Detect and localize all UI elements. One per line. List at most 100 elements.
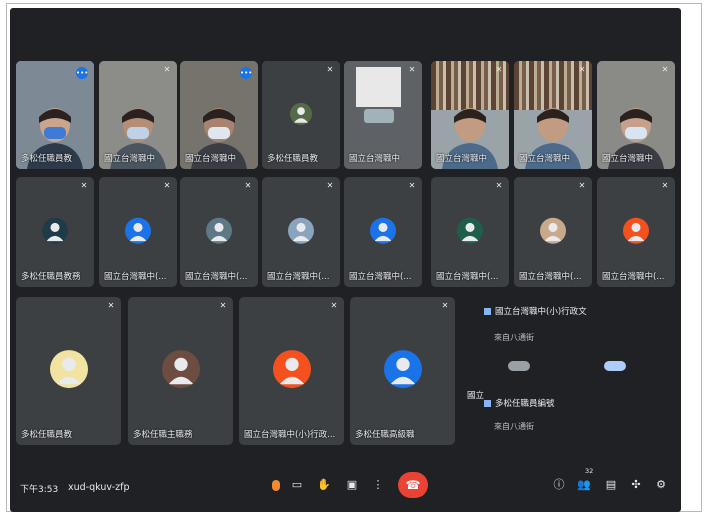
participant-tile[interactable]: ✕ 國立台灣職中(... [597, 177, 675, 287]
participant-tile[interactable]: ✕ 國立台灣職中(小)行政... [239, 297, 344, 445]
participant-name: 多松任職主職務 [133, 430, 193, 440]
chat-icon: ▤ [605, 478, 617, 491]
camera-icon: ▭ [291, 478, 303, 491]
more-options-button[interactable]: ⋮ [367, 474, 389, 496]
person-avatar-icon [168, 357, 193, 385]
participant-tile[interactable]: ✕ 國立台灣職中(... [262, 177, 340, 287]
speaking-indicator-icon: ••• [76, 67, 89, 79]
mic-off-icon: ✕ [408, 181, 416, 190]
participant-tile[interactable]: ✕ 國立台灣職中 [99, 61, 177, 169]
mic-off-icon: ✕ [80, 181, 88, 190]
mic-off-icon: ✕ [408, 65, 416, 74]
participant-overflow-panel[interactable]: 國立台灣職中(小)行政文 來自八通街 多松任職員編號 來自八通街 [480, 297, 676, 445]
audio-level-pill [604, 361, 626, 371]
participant-name: 國立台灣職中 [185, 154, 237, 164]
speaking-indicator-icon: ••• [240, 67, 253, 79]
participant-tile[interactable]: ✕ 國立台灣職中(... [99, 177, 177, 287]
participant-tile[interactable]: ✕ 國立台灣職中 [431, 61, 509, 169]
participant-name: 國立台灣職中(... [104, 272, 167, 282]
people-icon: 👥 [577, 478, 591, 491]
mic-off-icon: ✕ [163, 65, 171, 74]
audio-level-pill [508, 361, 530, 371]
info-icon: ⓘ [553, 478, 565, 491]
participant-tile[interactable]: ✕ 多松任職高級職 [350, 297, 455, 445]
participant-tile[interactable]: ✕ 多松任職主職務 [128, 297, 233, 445]
mic-off-icon: ✕ [330, 301, 338, 310]
participant-name: 國立台灣職中(... [185, 272, 248, 282]
control-bar: 下午3:53 xud-qkuv-zfp ▭ ✋ ▣ ⋮ ☎ ⓘ 👥 32 ▤ ✣… [10, 462, 681, 512]
person-avatar-icon [374, 222, 392, 242]
participant-tile[interactable]: ✕ 國立台灣職中 [597, 61, 675, 169]
participant-name: 國立台灣職中 [104, 154, 156, 164]
present-button[interactable]: ▣ [341, 474, 363, 496]
participant-name: 國立台灣職中(... [602, 272, 665, 282]
participant-tile[interactable]: ✕ 多松任職員教 [16, 297, 121, 445]
avatar [49, 350, 88, 389]
mic-off-icon: ✕ [326, 181, 334, 190]
participant-tile[interactable]: ✕ 國立台灣職中 [514, 61, 592, 169]
participant-name: 多松任職員教務 [21, 272, 81, 282]
avatar [457, 217, 483, 244]
mic-off-icon: ✕ [495, 65, 503, 74]
overflow-entry-2-sub: 來自八通街 [494, 422, 534, 431]
participant-name: 國立台灣職中 [602, 154, 654, 164]
overflow-entry-1-sub: 來自八通街 [494, 333, 534, 342]
participant-tile[interactable]: ✕ 國立台灣職中(... [514, 177, 592, 287]
raise-hand-button[interactable]: ✋ [313, 474, 335, 496]
avatar [272, 350, 311, 389]
presentation-icon [484, 308, 491, 315]
participant-tile[interactable]: ✕ 國立台灣職中(... [180, 177, 258, 287]
avatar [125, 217, 151, 244]
mic-off-icon: ✕ [661, 65, 669, 74]
host-controls-button[interactable]: ⚙ [652, 476, 670, 494]
mic-off-icon: ✕ [578, 181, 586, 190]
participant-tile[interactable]: ✕ 國立台灣職中(... [431, 177, 509, 287]
meeting-time: 下午3:53 [20, 485, 59, 495]
mic-off-icon: ✕ [163, 181, 171, 190]
meeting-code[interactable]: xud-qkuv-zfp [68, 482, 130, 493]
avatar [206, 217, 232, 244]
mic-icon[interactable] [272, 480, 280, 491]
avatar [383, 350, 422, 389]
avatar [288, 217, 314, 244]
overflow-entry-1: 國立台灣職中(小)行政文 [484, 305, 587, 317]
participant-name: 國立台灣職中(... [349, 272, 412, 282]
person-avatar-icon [293, 107, 309, 123]
participant-name: 國立台灣職中 [436, 154, 488, 164]
person-avatar-icon [627, 222, 645, 242]
avatar [42, 217, 68, 244]
activities-button[interactable]: ✣ [627, 476, 645, 494]
mic-off-icon: ✕ [578, 65, 586, 74]
participant-tile[interactable]: ••• 國立台灣職中 [180, 61, 258, 169]
tile-name-stub: 國立 [467, 391, 485, 401]
participant-name: 多松任職員教 [21, 154, 73, 164]
person-avatar-icon [390, 357, 415, 385]
person-avatar-icon [279, 357, 304, 385]
participant-name: 國立台灣職中(... [519, 272, 582, 282]
info-button[interactable]: ⓘ [550, 476, 568, 494]
avatar [161, 350, 200, 389]
person-avatar-icon [461, 222, 479, 242]
participant-name: 多松任職員教 [267, 154, 319, 164]
person-avatar-icon [46, 222, 64, 242]
participant-tile[interactable]: ✕ 多松任職員教 [262, 61, 340, 169]
participant-name: 國立台灣職中(小)行政... [244, 430, 336, 440]
chat-button[interactable]: ▤ [602, 476, 620, 494]
mic-off-icon: ✕ [495, 181, 503, 190]
mic-off-icon: ✕ [244, 181, 252, 190]
person-avatar-icon [210, 222, 228, 242]
participant-tile[interactable]: ✕ 國立台灣職中 [344, 61, 422, 169]
mic-off-icon: ✕ [661, 181, 669, 190]
overflow-entry-2: 多松任職員編號 [484, 397, 555, 409]
people-button[interactable]: 👥 [575, 476, 593, 494]
end-call-icon: ☎ [405, 478, 421, 492]
participant-tile[interactable]: ✕ 國立台灣職中(... [344, 177, 422, 287]
camera-button[interactable]: ▭ [286, 474, 308, 496]
participant-tile[interactable]: ••• 多松任職員教 [16, 61, 94, 169]
participant-tile[interactable]: ✕ 多松任職員教務 [16, 177, 94, 287]
participant-name: 多松任職員教 [21, 430, 73, 440]
presentation-icon [484, 400, 491, 407]
avatar [540, 217, 566, 244]
present-icon: ▣ [346, 478, 358, 491]
end-call-button[interactable]: ☎ [398, 472, 428, 498]
